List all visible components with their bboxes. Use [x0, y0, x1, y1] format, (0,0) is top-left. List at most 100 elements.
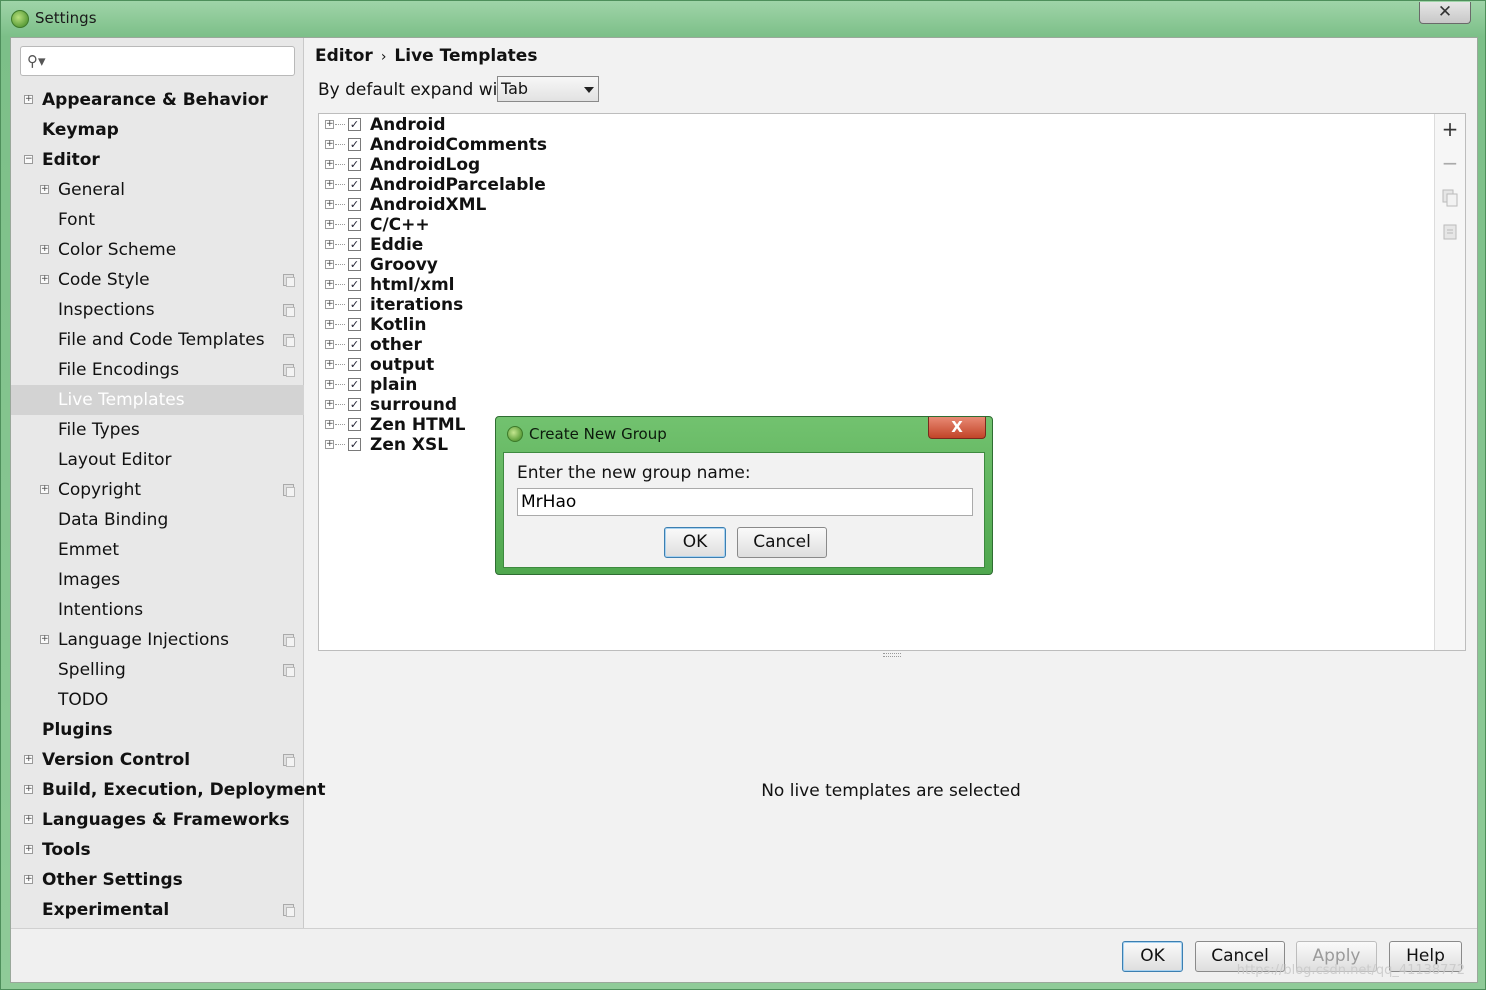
expand-icon[interactable]: +	[325, 300, 334, 309]
sidebar-item[interactable]: + Language Injections	[11, 625, 304, 655]
template-group-row[interactable]: + ✓ Android	[319, 115, 919, 135]
expand-icon[interactable]: +	[325, 440, 334, 449]
sidebar-item[interactable]: + Copyright	[11, 475, 304, 505]
sidebar-item[interactable]: File Encodings	[11, 355, 304, 385]
dialog-cancel-button[interactable]: Cancel	[737, 527, 827, 558]
sidebar-item[interactable]: Spelling	[11, 655, 304, 685]
group-name-input[interactable]	[517, 488, 973, 516]
sidebar-item[interactable]: File and Code Templates	[11, 325, 304, 355]
expand-icon[interactable]: +	[40, 635, 49, 644]
expand-icon[interactable]: +	[325, 260, 334, 269]
template-group-checkbox[interactable]: ✓	[348, 438, 361, 451]
expand-with-select[interactable]: Tab	[497, 76, 599, 102]
search-input[interactable]: ⚲▾	[20, 46, 295, 76]
expand-icon[interactable]: +	[325, 240, 334, 249]
dialog-ok-button[interactable]: OK	[664, 527, 726, 558]
ok-button[interactable]: OK	[1122, 941, 1183, 972]
expand-icon[interactable]: +	[24, 875, 33, 884]
sidebar-item[interactable]: + Build, Execution, Deployment	[11, 775, 326, 805]
template-group-checkbox[interactable]: ✓	[348, 398, 361, 411]
restore-icon[interactable]	[1441, 223, 1459, 241]
sidebar-item[interactable]: Emmet	[11, 535, 304, 565]
sidebar-item[interactable]: Layout Editor	[11, 445, 304, 475]
sidebar-item[interactable]: − Editor	[11, 145, 304, 175]
expand-icon[interactable]: +	[40, 245, 49, 254]
title-bar[interactable]: Settings ✕	[1, 1, 1485, 37]
template-group-checkbox[interactable]: ✓	[348, 298, 361, 311]
sidebar-item[interactable]: TODO	[11, 685, 304, 715]
expand-icon[interactable]: +	[325, 340, 334, 349]
sidebar-item[interactable]: + Version Control	[11, 745, 304, 775]
template-group-row[interactable]: + ✓ AndroidXML	[319, 195, 919, 215]
expand-icon[interactable]: +	[325, 160, 334, 169]
template-group-checkbox[interactable]: ✓	[348, 118, 361, 131]
template-group-row[interactable]: + ✓ Kotlin	[319, 315, 919, 335]
sidebar-item[interactable]: Data Binding	[11, 505, 304, 535]
expand-icon[interactable]: +	[325, 420, 334, 429]
sidebar-item[interactable]: + Languages & Frameworks	[11, 805, 304, 835]
expand-icon[interactable]: +	[24, 815, 33, 824]
sidebar-item[interactable]: Experimental	[11, 895, 304, 925]
template-group-checkbox[interactable]: ✓	[348, 258, 361, 271]
template-group-row[interactable]: + ✓ Eddie	[319, 235, 919, 255]
sidebar-item[interactable]: + Code Style	[11, 265, 304, 295]
sidebar-item[interactable]: File Types	[11, 415, 304, 445]
template-group-checkbox[interactable]: ✓	[348, 158, 361, 171]
template-group-row[interactable]: + ✓ plain	[319, 375, 919, 395]
sidebar-item[interactable]: Font	[11, 205, 304, 235]
expand-icon[interactable]: +	[325, 220, 334, 229]
expand-icon[interactable]: +	[325, 400, 334, 409]
template-group-checkbox[interactable]: ✓	[348, 318, 361, 331]
template-group-checkbox[interactable]: ✓	[348, 338, 361, 351]
splitter-handle[interactable]	[883, 653, 901, 657]
sidebar-item[interactable]: Live Templates	[11, 385, 304, 415]
sidebar-item[interactable]: + General	[11, 175, 304, 205]
template-group-checkbox[interactable]: ✓	[348, 358, 361, 371]
expand-icon[interactable]: +	[325, 360, 334, 369]
template-group-checkbox[interactable]: ✓	[348, 218, 361, 231]
expand-icon[interactable]: +	[24, 785, 33, 794]
sidebar-item[interactable]: + Color Scheme	[11, 235, 304, 265]
template-group-row[interactable]: + ✓ output	[319, 355, 919, 375]
sidebar-item[interactable]: Images	[11, 565, 304, 595]
expand-icon[interactable]: +	[325, 380, 334, 389]
template-group-row[interactable]: + ✓ iterations	[319, 295, 919, 315]
expand-icon[interactable]: +	[325, 280, 334, 289]
expand-icon[interactable]: +	[24, 845, 33, 854]
template-group-row[interactable]: + ✓ other	[319, 335, 919, 355]
add-icon[interactable]: +	[1441, 119, 1459, 139]
expand-icon[interactable]: +	[40, 275, 49, 284]
window-close-button[interactable]: ✕	[1419, 2, 1471, 24]
expand-icon[interactable]: +	[40, 485, 49, 494]
template-group-checkbox[interactable]: ✓	[348, 198, 361, 211]
remove-icon[interactable]: −	[1441, 153, 1459, 173]
template-group-checkbox[interactable]: ✓	[348, 378, 361, 391]
dialog-close-button[interactable]: X	[928, 417, 986, 439]
template-group-row[interactable]: + ✓ AndroidComments	[319, 135, 919, 155]
expand-icon[interactable]: +	[325, 200, 334, 209]
expand-icon[interactable]: +	[24, 755, 33, 764]
sidebar-item[interactable]: Inspections	[11, 295, 304, 325]
template-group-checkbox[interactable]: ✓	[348, 418, 361, 431]
template-group-row[interactable]: + ✓ html/xml	[319, 275, 919, 295]
sidebar-item[interactable]: Intentions	[11, 595, 304, 625]
expand-icon[interactable]: +	[40, 185, 49, 194]
expand-icon[interactable]: +	[325, 320, 334, 329]
template-group-row[interactable]: + ✓ C/C++	[319, 215, 919, 235]
expand-icon[interactable]: +	[325, 120, 334, 129]
sidebar-item[interactable]: + Tools	[11, 835, 304, 865]
template-group-row[interactable]: + ✓ Groovy	[319, 255, 919, 275]
expand-icon[interactable]: +	[325, 140, 334, 149]
expand-icon[interactable]: +	[24, 95, 33, 104]
expand-icon[interactable]: +	[325, 180, 334, 189]
template-group-row[interactable]: + ✓ surround	[319, 395, 919, 415]
template-group-row[interactable]: + ✓ AndroidParcelable	[319, 175, 919, 195]
sidebar-item[interactable]: + Other Settings	[11, 865, 304, 895]
sidebar-item[interactable]: Plugins	[11, 715, 304, 745]
template-group-row[interactable]: + ✓ AndroidLog	[319, 155, 919, 175]
template-group-checkbox[interactable]: ✓	[348, 278, 361, 291]
template-group-checkbox[interactable]: ✓	[348, 138, 361, 151]
collapse-icon[interactable]: −	[24, 155, 33, 164]
template-group-checkbox[interactable]: ✓	[348, 178, 361, 191]
sidebar-item[interactable]: Keymap	[11, 115, 304, 145]
